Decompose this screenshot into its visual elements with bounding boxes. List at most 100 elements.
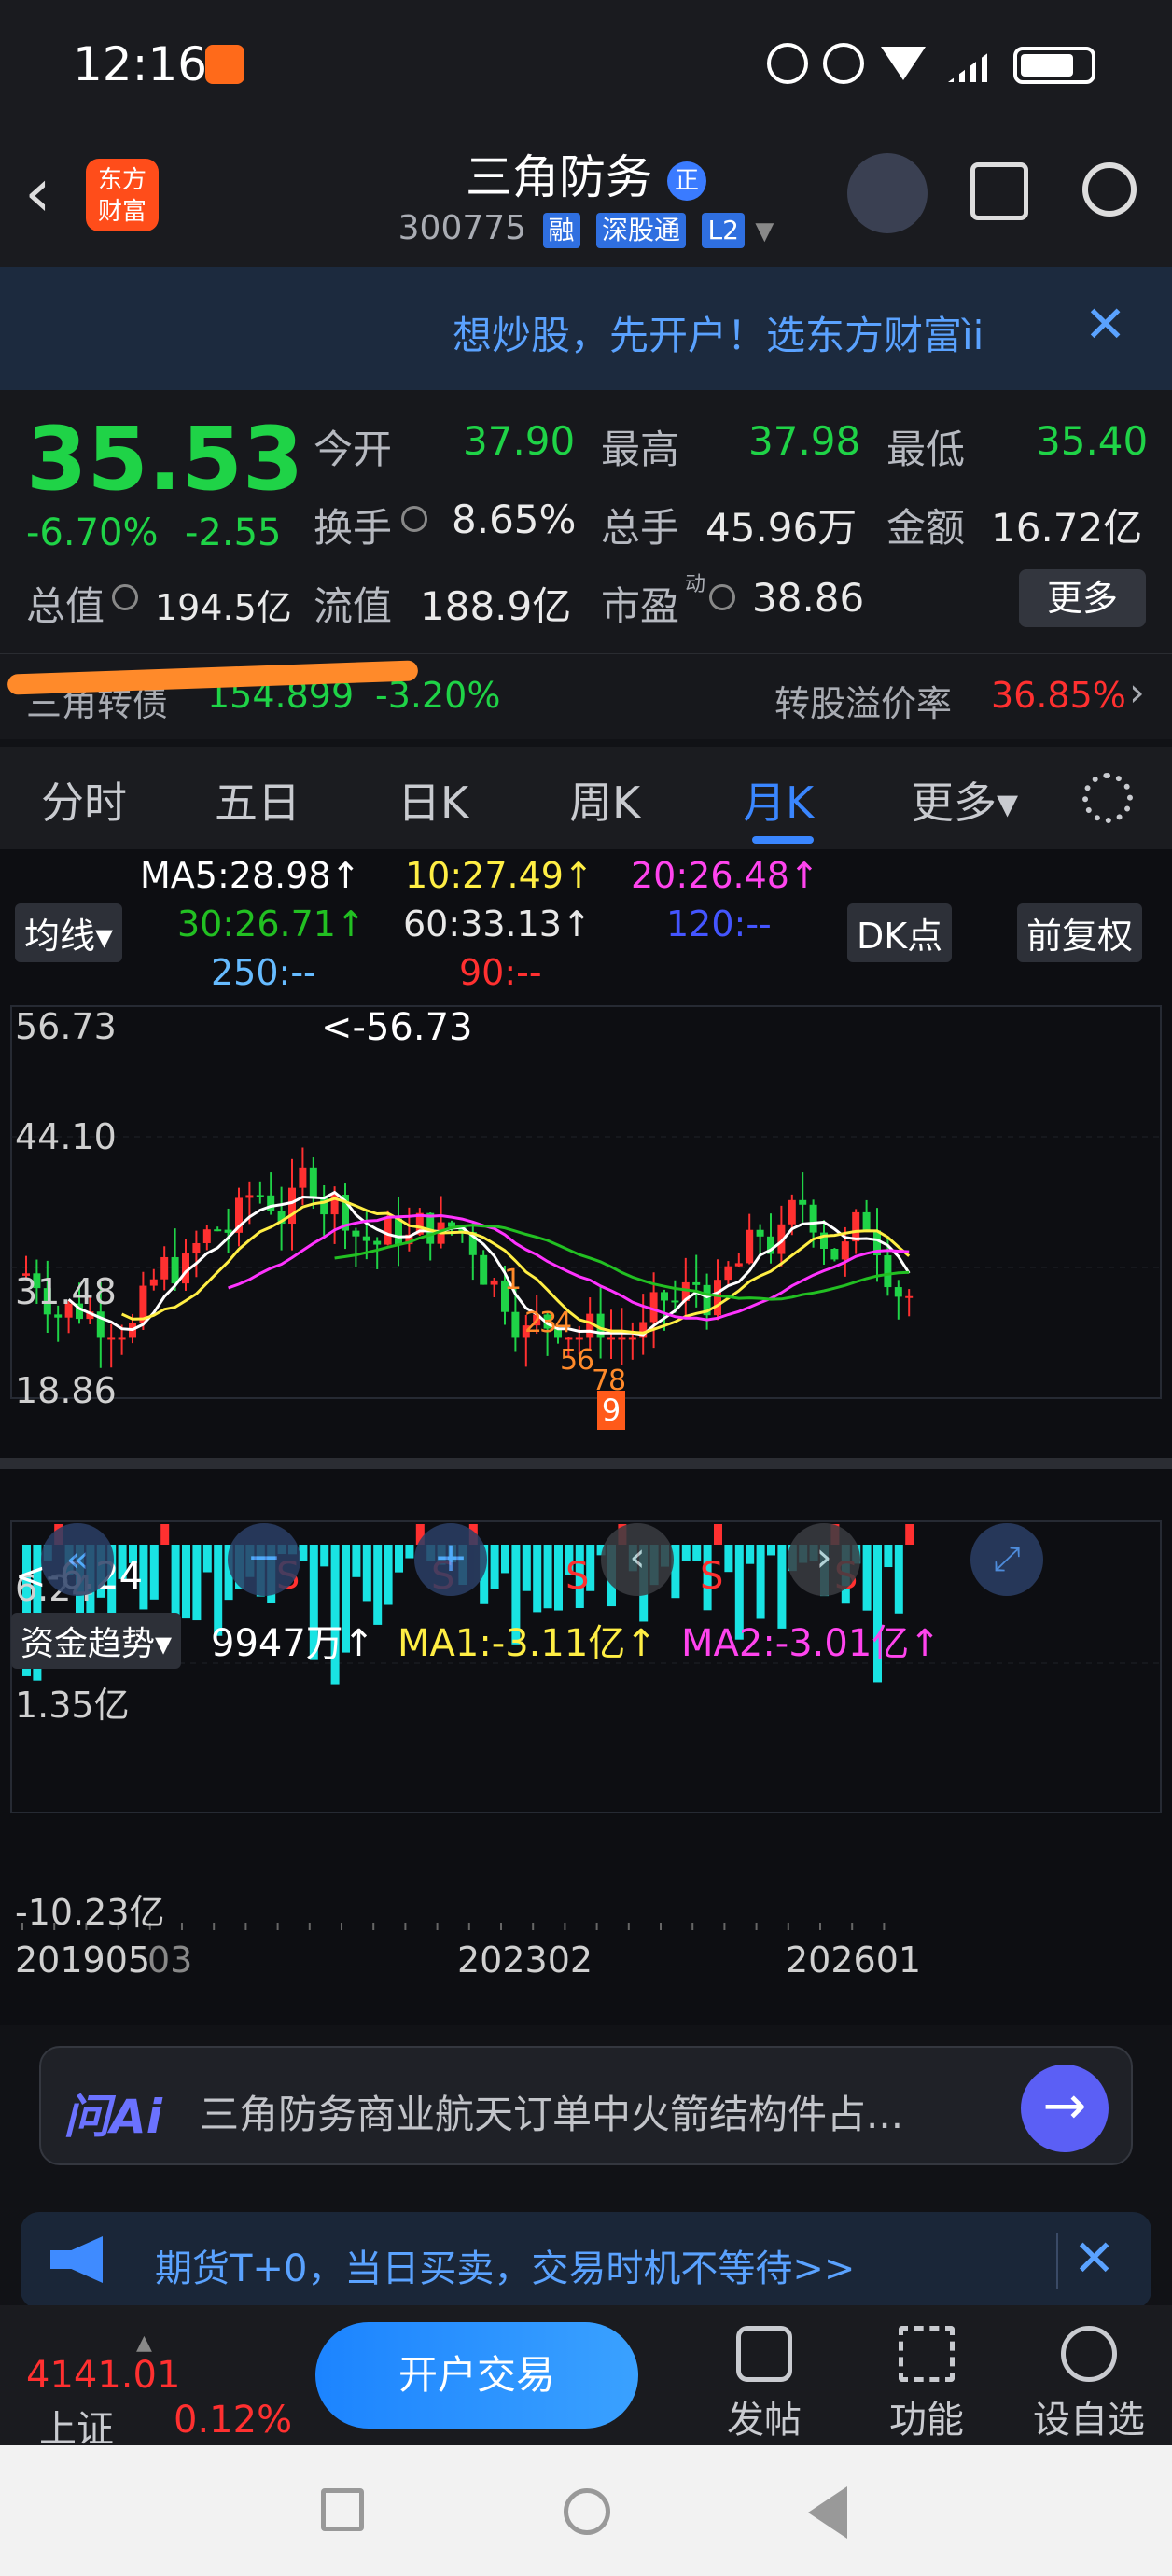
mktcap-value: 194.5亿	[155, 587, 292, 628]
scroll-right-icon[interactable]: ›	[788, 1523, 860, 1596]
info-icon[interactable]	[401, 506, 427, 532]
fund-bar	[149, 1545, 159, 1600]
fund-bar	[533, 1545, 542, 1613]
futures-ad-bar[interactable]: 期货T+0，当日买卖，交易时机不等待>> ✕	[21, 2212, 1151, 2309]
candle-body	[373, 1240, 382, 1245]
kline-svg	[0, 1005, 1172, 1930]
nav-watchlist[interactable]: 设自选	[1019, 2305, 1159, 2445]
scroll-left-fast-icon[interactable]: «	[41, 1523, 114, 1596]
wifi-icon	[881, 47, 926, 80]
tab-daily-k[interactable]: 日K	[398, 769, 468, 831]
index-value[interactable]: 4141.01	[26, 2354, 180, 2397]
fund-value: 9947万↑	[211, 1622, 375, 1665]
fullscreen-icon[interactable]: ⤢	[970, 1523, 1043, 1596]
candle-body	[149, 1279, 158, 1286]
candle-body	[628, 1337, 636, 1340]
back-nav-icon[interactable]	[808, 2486, 847, 2539]
promo-banner[interactable]: 想炒股，先开户！选东方财富ìi ✕	[0, 267, 1172, 390]
fund-bar	[543, 1545, 552, 1609]
tab-intraday[interactable]: 分时	[41, 769, 127, 831]
candle-body	[671, 1300, 679, 1303]
kline-chart-area[interactable]: MA5:28.98↑ 10:27.49↑ 20:26.48↑ 30:26.71↑…	[0, 849, 1172, 2025]
home-icon[interactable]	[564, 2488, 610, 2535]
quote-panel: 35.53 -6.70% -2.55 今开 37.90 最高 37.98 最低 …	[0, 390, 1172, 653]
zoom-in-icon[interactable]: +	[414, 1523, 487, 1596]
pe-value: 38.86	[752, 575, 865, 621]
settings-gear-icon[interactable]	[1082, 773, 1133, 823]
nav-post[interactable]: 发帖	[694, 2305, 834, 2445]
robot-assistant-icon[interactable]	[847, 153, 928, 233]
index-change[interactable]: 0.12%	[174, 2399, 292, 2442]
price-panel-frame	[10, 1005, 1162, 1399]
nav-label: 功能	[889, 2399, 964, 2442]
candle-body	[575, 1337, 583, 1340]
banner-text: 想炒股，先开户！选东方财富ìi	[453, 313, 984, 358]
candle-body	[734, 1263, 743, 1267]
change-abs: -2.55	[185, 511, 282, 554]
zoom-out-icon[interactable]: −	[228, 1523, 300, 1596]
share-icon[interactable]	[970, 162, 1028, 220]
send-arrow-icon[interactable]: →	[1021, 2065, 1109, 2152]
fund-indicator-select[interactable]: 资金趋势▾	[11, 1613, 182, 1669]
fund-bar	[714, 1524, 722, 1545]
fund-bar	[395, 1545, 403, 1573]
tab-five-day[interactable]: 五日	[215, 769, 300, 831]
stock-name: 三角防务	[466, 150, 653, 204]
notification-icon	[205, 45, 244, 84]
info-icon[interactable]	[112, 584, 138, 610]
fund-bar	[522, 1545, 531, 1591]
seq-mark: 5	[560, 1344, 579, 1377]
fund-bar	[405, 1545, 414, 1559]
open-account-trade-button[interactable]: 开户交易	[315, 2322, 638, 2429]
candle-body	[894, 1287, 902, 1297]
candle-body	[309, 1167, 317, 1198]
fund-bar	[894, 1545, 903, 1614]
search-icon[interactable]	[1082, 162, 1137, 217]
candle-body	[490, 1280, 498, 1285]
ask-ai-logo: 问Ai	[63, 2090, 162, 2144]
candle-body	[692, 1281, 701, 1285]
candle-body	[118, 1337, 126, 1340]
info-icon[interactable]	[709, 584, 735, 610]
close-icon[interactable]: ✕	[1073, 2229, 1115, 2288]
more-dots-icon	[1061, 2326, 1117, 2382]
y-label: 18.86	[15, 1370, 117, 1411]
candlesticks	[22, 1147, 914, 1368]
fund-ma1: MA1:-3.11亿↑	[398, 1622, 657, 1665]
candle-body	[724, 1266, 732, 1281]
candle-body	[746, 1229, 754, 1264]
fund-bar	[681, 1545, 691, 1561]
ask-ai-input[interactable]: 问Ai 三角防务商业航天订单中火箭结构件占... →	[39, 2046, 1133, 2165]
candle-body	[202, 1229, 211, 1243]
recent-apps-icon[interactable]	[321, 2488, 364, 2531]
close-icon[interactable]: ✕	[1084, 295, 1126, 354]
volume-label: 总手	[601, 505, 680, 551]
premium-label: 转股溢价率	[774, 683, 953, 724]
high-value: 37.98	[748, 418, 861, 464]
chevron-right-icon: ›	[1129, 669, 1145, 715]
divider	[1056, 2233, 1058, 2289]
fund-bar	[724, 1545, 733, 1573]
candle-body	[256, 1195, 264, 1197]
more-button[interactable]: 更多	[1019, 569, 1146, 627]
nav-functions[interactable]: 功能	[857, 2305, 997, 2445]
nav-label: 发帖	[727, 2399, 802, 2442]
fund-bar	[384, 1545, 393, 1605]
scroll-left-icon[interactable]: ‹	[601, 1523, 674, 1596]
open-value: 37.90	[463, 418, 576, 464]
tab-more[interactable]: 更多▾	[911, 769, 1018, 831]
tab-weekly-k[interactable]: 周K	[569, 769, 640, 831]
y-label: 31.48	[15, 1271, 117, 1312]
candle-body	[618, 1337, 626, 1340]
candle-body	[756, 1229, 764, 1237]
tab-monthly-k[interactable]: 月K	[743, 769, 814, 831]
candle-body	[107, 1337, 116, 1340]
low-value: 35.40	[1036, 418, 1149, 464]
candle-body	[160, 1256, 169, 1280]
convertible-row[interactable]: 三角转债 154.899 -3.20% 转股溢价率 36.85% ›	[0, 653, 1172, 739]
fund-bar	[767, 1545, 775, 1556]
float-label: 流值	[314, 583, 393, 629]
seq-mark: 1	[504, 1264, 523, 1296]
fund-bar	[160, 1524, 170, 1545]
clock: 12:16	[73, 37, 208, 91]
